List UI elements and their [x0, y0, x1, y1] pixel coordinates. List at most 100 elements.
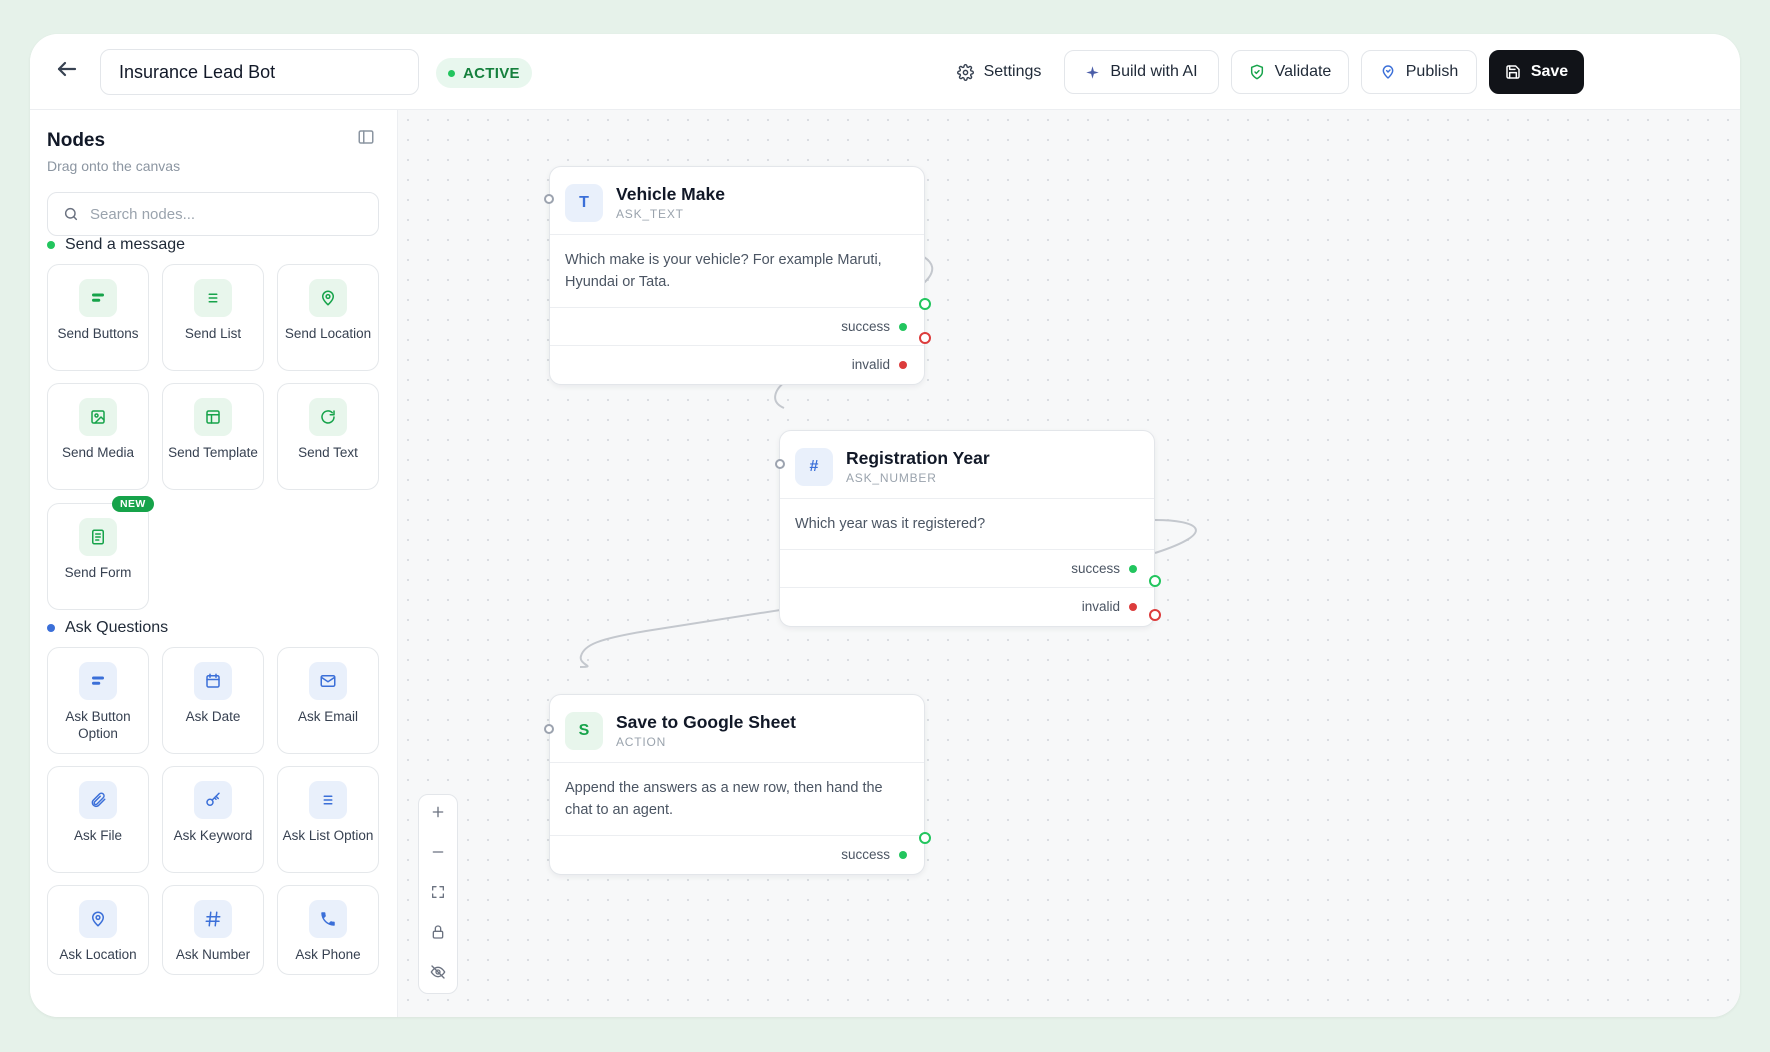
publish-label: Publish: [1405, 63, 1459, 80]
form-icon: [79, 518, 117, 556]
buttons-icon: [79, 662, 117, 700]
node-tile-ask-button-option[interactable]: Ask Button Option: [47, 647, 149, 754]
node-tile-ask-email[interactable]: Ask Email: [277, 647, 379, 754]
sidebar-collapse-icon[interactable]: [357, 128, 375, 146]
search-nodes-field[interactable]: [47, 192, 379, 236]
list-icon: [309, 781, 347, 819]
port-invalid: invalid: [780, 588, 1154, 626]
zoom-out-button[interactable]: [419, 835, 457, 873]
shield-check-icon: [1249, 64, 1265, 80]
section-ask-questions: Ask Questions: [47, 619, 168, 637]
node-tile-send-template[interactable]: Send Template: [162, 383, 264, 490]
nodes-sidebar: Nodes Drag onto the canvas Send a messag…: [30, 110, 398, 1017]
key-icon: [194, 781, 232, 819]
output-handle-invalid[interactable]: [919, 332, 931, 344]
node-tile-ask-list-option[interactable]: Ask List Option: [277, 766, 379, 873]
text-type-icon: T: [565, 184, 603, 222]
refresh-icon: [309, 398, 347, 436]
section-dot: [47, 241, 55, 249]
node-tile-send-buttons[interactable]: Send Buttons: [47, 264, 149, 371]
node-tile-send-text[interactable]: Send Text: [277, 383, 379, 490]
zoom-in-button[interactable]: [419, 795, 457, 833]
publish-button[interactable]: Publish: [1361, 50, 1477, 94]
number-type-icon: #: [795, 448, 833, 486]
tile-label: Ask List Option: [282, 828, 374, 843]
flow-node-registration-year[interactable]: # Registration Year ASK_NUMBER Which yea…: [779, 430, 1155, 627]
tile-label: Send Buttons: [57, 326, 139, 341]
status-dot: [899, 851, 907, 859]
canvas-controls: [418, 794, 458, 994]
flow-canvas[interactable]: T Vehicle Make ASK_TEXT Which make is yo…: [398, 110, 1740, 1017]
fit-view-button[interactable]: [419, 875, 457, 913]
node-message: Append the answers as a new row, then ha…: [550, 763, 924, 836]
tile-label: Send List: [184, 326, 242, 341]
phone-icon: [309, 900, 347, 938]
tile-label: Send Template: [168, 445, 258, 460]
sidebar-title: Nodes: [47, 130, 106, 151]
node-tile-ask-location[interactable]: Ask Location: [47, 885, 149, 975]
node-type: ACTION: [616, 735, 667, 749]
search-icon: [63, 206, 79, 227]
settings-button[interactable]: Settings: [950, 50, 1048, 94]
node-title: Registration Year: [846, 448, 990, 468]
port-label: success: [841, 319, 890, 334]
tile-label: Send Location: [284, 326, 372, 341]
output-handle-success[interactable]: [919, 832, 931, 844]
tile-label: Ask Phone: [295, 947, 361, 962]
node-tile-ask-number[interactable]: Ask Number: [162, 885, 264, 975]
status-text: ACTIVE: [463, 64, 520, 82]
status-dot: [1129, 565, 1137, 573]
status-dot: [1129, 603, 1137, 611]
validate-button[interactable]: Validate: [1231, 50, 1349, 94]
tile-label: Send Text: [298, 445, 358, 460]
node-tile-send-form[interactable]: NEW Send Form: [47, 496, 154, 610]
gear-icon: [956, 63, 974, 81]
image-icon: [79, 398, 117, 436]
port-success: success: [550, 308, 924, 346]
node-tile-ask-keyword[interactable]: Ask Keyword: [162, 766, 264, 873]
new-badge: NEW: [112, 496, 154, 512]
validate-label: Validate: [1274, 63, 1332, 80]
tile-label: Ask File: [73, 828, 122, 843]
section-label: Send a message: [65, 236, 186, 253]
node-header: # Registration Year ASK_NUMBER: [780, 431, 1154, 499]
search-nodes-input[interactable]: [90, 193, 370, 235]
fit-view-icon: [430, 884, 446, 905]
flow-node-vehicle-make[interactable]: T Vehicle Make ASK_TEXT Which make is yo…: [549, 166, 925, 385]
tile-label: Ask Keyword: [173, 828, 253, 843]
node-type: ASK_TEXT: [616, 207, 684, 221]
toggle-visibility-button[interactable]: [419, 955, 457, 993]
node-tile-ask-date[interactable]: Ask Date: [162, 647, 264, 754]
action-type-icon: S: [565, 712, 603, 750]
node-tile-send-location[interactable]: Send Location: [277, 264, 379, 371]
input-handle[interactable]: [544, 194, 554, 204]
sparkle-icon: [1085, 65, 1100, 80]
port-success: success: [550, 836, 924, 874]
bot-name-input[interactable]: [100, 49, 419, 95]
node-tile-send-media[interactable]: Send Media: [47, 383, 149, 490]
output-handle-success[interactable]: [919, 298, 931, 310]
node-title: Save to Google Sheet: [616, 712, 796, 732]
flow-node-save-to-google-sheet[interactable]: S Save to Google Sheet ACTION Append the…: [549, 694, 925, 875]
input-handle[interactable]: [544, 724, 554, 734]
status-dot: [448, 69, 455, 77]
output-handle-success[interactable]: [1149, 575, 1161, 587]
output-handle-invalid[interactable]: [1149, 609, 1161, 621]
node-tile-ask-phone[interactable]: Ask Phone: [277, 885, 379, 975]
arrow-left-icon: [55, 57, 79, 86]
build-with-ai-button[interactable]: Build with AI: [1064, 50, 1219, 94]
node-tile-send-list[interactable]: Send List: [162, 264, 264, 371]
input-handle[interactable]: [775, 459, 785, 469]
paperclip-icon: [79, 781, 117, 819]
lock-button[interactable]: [419, 915, 457, 953]
status-dot: [899, 361, 907, 369]
port-label: success: [841, 847, 890, 862]
port-label: success: [1071, 561, 1120, 576]
back-button[interactable]: [50, 54, 84, 88]
template-icon: [194, 398, 232, 436]
port-success: success: [780, 550, 1154, 588]
node-tile-ask-file[interactable]: Ask File: [47, 766, 149, 873]
save-button[interactable]: Save: [1489, 50, 1584, 94]
edge-registration-loop: [1154, 519, 1197, 554]
floppy-disk-icon: [1505, 64, 1521, 80]
